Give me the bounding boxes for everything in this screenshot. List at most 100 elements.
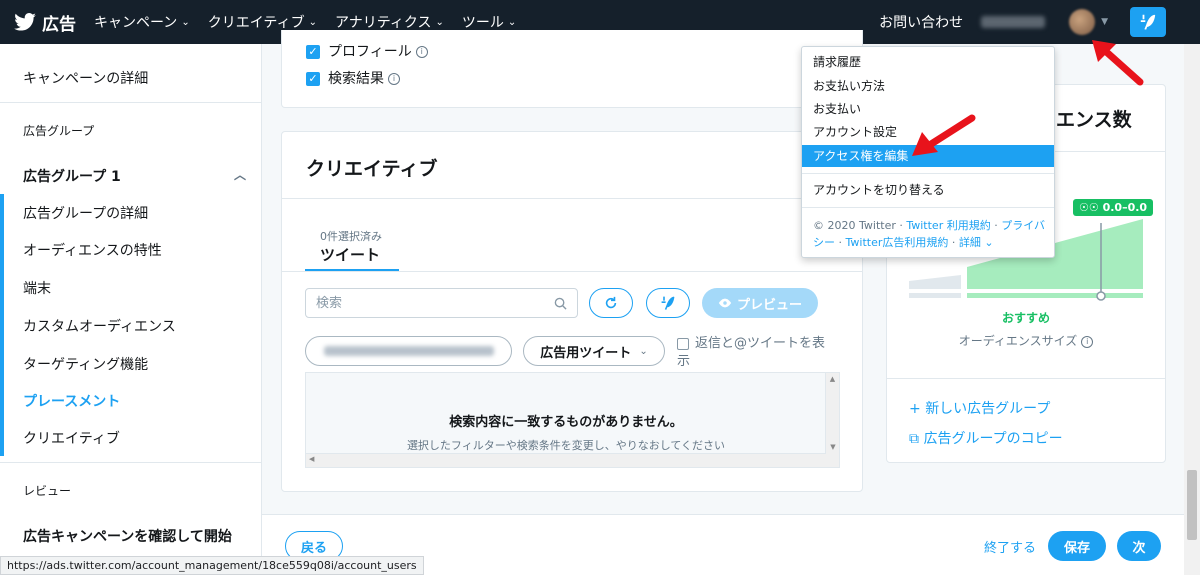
new-ad-group-link[interactable]: + 新しい広告グループ xyxy=(909,398,1050,418)
page-scrollbar-thumb[interactable] xyxy=(1187,470,1197,540)
account-handle-blurred xyxy=(323,346,494,356)
checkbox-checked-icon[interactable]: ✓ xyxy=(306,72,320,86)
ad-group-1-label: 広告グループ 1 xyxy=(23,169,121,185)
copyright-text: © 2020 Twitter · xyxy=(813,219,907,232)
nav-tools[interactable]: ツール ⌄ xyxy=(462,12,516,32)
creative-panel-title: クリエイティブ xyxy=(306,158,438,180)
preview-button[interactable]: プレビュー xyxy=(702,288,818,318)
twitter-ads-logo[interactable]: 広告 xyxy=(14,10,76,35)
sidebar-divider xyxy=(0,102,261,103)
chevron-down-icon: ⌄ xyxy=(308,16,317,28)
new-ad-group-label: 新しい広告グループ xyxy=(925,401,1051,417)
graph-left-segment xyxy=(909,275,961,289)
scroll-down-arrow-icon[interactable]: ▼ xyxy=(826,443,840,451)
chevron-down-icon: ⌄ xyxy=(639,345,648,357)
info-icon[interactable]: i xyxy=(388,73,400,85)
show-replies-label: 返信と@ツイートを表示 xyxy=(677,336,826,369)
copy-icon: ⧉ xyxy=(909,431,919,447)
sidebar-section-review: レビュー xyxy=(23,484,72,498)
sidebar-item-devices[interactable]: 端末 xyxy=(0,278,261,298)
feather-compose-icon xyxy=(1140,14,1156,30)
status-bar-url: https://ads.twitter.com/account_manageme… xyxy=(0,556,424,575)
compose-tweet-button[interactable] xyxy=(1130,7,1166,37)
search-icon xyxy=(554,297,567,310)
search-input[interactable] xyxy=(306,289,526,317)
account-name-blurred[interactable] xyxy=(981,16,1046,28)
people-icon: ☉☉ xyxy=(1079,201,1099,214)
menu-footer: © 2020 Twitter · Twitter 利用規約 · プライバシー ·… xyxy=(813,217,1049,251)
sidebar-item-campaign-details[interactable]: キャンペーンの詳細 xyxy=(0,68,261,88)
audience-range-value: 0.0–0.0 xyxy=(1102,201,1148,214)
nav-analytics[interactable]: アナリティクス ⌄ xyxy=(335,12,444,32)
plus-icon: + xyxy=(909,401,921,417)
placement-search-label: 検索結果 xyxy=(328,71,384,87)
show-replies-option[interactable]: 返信と@ツイートを表示 xyxy=(677,335,837,371)
more-link[interactable]: 詳細 xyxy=(959,236,981,249)
next-button[interactable]: 次 xyxy=(1117,531,1161,561)
chevron-down-icon[interactable]: ⌄ xyxy=(981,236,993,249)
new-tweet-button[interactable] xyxy=(646,288,690,318)
ads-terms-link[interactable]: Twitter広告利用規約 xyxy=(846,236,949,249)
info-icon[interactable]: i xyxy=(1081,335,1094,348)
placement-search-option[interactable]: ✓ 検索結果 i xyxy=(306,68,400,88)
avatar[interactable] xyxy=(1069,9,1096,35)
save-button[interactable]: 保存 xyxy=(1048,531,1106,561)
menu-divider xyxy=(802,207,1054,208)
scroll-up-arrow-icon[interactable]: ▲ xyxy=(826,375,839,383)
placement-profile-option[interactable]: ✓ プロフィール i xyxy=(306,41,428,61)
menu-item-billing-history[interactable]: 請求履歴 xyxy=(802,51,1054,73)
creative-panel: クリエイティブ 0件選択済み ツイート プレビュー 広告用ツイート ⌄ 返信と@… xyxy=(281,131,863,492)
page-scrollbar[interactable] xyxy=(1184,44,1200,575)
footer-separator: · xyxy=(990,219,1002,232)
graph-recommended-bar xyxy=(967,293,1143,298)
menu-item-payment-methods[interactable]: お支払い方法 xyxy=(802,75,1054,97)
checkbox-checked-icon[interactable]: ✓ xyxy=(306,45,320,59)
red-arrow-annotation-avatar xyxy=(1092,40,1144,86)
graph-left-bar xyxy=(909,293,961,298)
refresh-icon xyxy=(605,296,617,309)
checkbox-unchecked-icon[interactable] xyxy=(677,337,689,350)
tweet-results-area: 検索内容に一致するものがありません。 選択したフィルターや検索条件を変更し、やり… xyxy=(305,372,840,468)
sidebar-item-creatives[interactable]: クリエイティブ xyxy=(0,428,261,448)
divider xyxy=(282,198,862,199)
results-vertical-scrollbar[interactable]: ▲ ▼ xyxy=(825,373,839,467)
refresh-button[interactable] xyxy=(589,288,633,318)
sidebar-item-ad-group-1[interactable]: 広告グループ 1 ︿ xyxy=(0,166,261,186)
eye-icon xyxy=(718,298,732,308)
info-icon[interactable]: i xyxy=(415,46,428,58)
nav-creatives[interactable]: クリエイティブ ⌄ xyxy=(208,12,317,32)
scroll-left-arrow-icon[interactable]: ◀ xyxy=(309,455,314,463)
tab-tweets[interactable]: ツイート xyxy=(320,244,380,265)
finish-link[interactable]: 終了する xyxy=(984,537,1036,556)
menu-item-switch-account[interactable]: アカウントを切り替える xyxy=(802,179,1054,201)
terms-link[interactable]: Twitter 利用規約 xyxy=(906,219,990,232)
sidebar-item-placements[interactable]: プレースメント xyxy=(0,391,261,411)
results-horizontal-scrollbar[interactable]: ◀ xyxy=(306,453,826,467)
copy-ad-group-link[interactable]: ⧉ 広告グループのコピー xyxy=(909,428,1063,448)
sidebar-item-demographics[interactable]: オーディエンスの特性 xyxy=(0,240,261,260)
sidebar-item-ad-group-details[interactable]: 広告グループの詳細 xyxy=(0,203,261,223)
audience-size-label: オーディエンスサイズ xyxy=(958,334,1078,348)
twitter-bird-icon xyxy=(14,13,36,31)
sidebar-item-targeting[interactable]: ターゲティング機能 xyxy=(0,354,261,374)
contact-link[interactable]: お問い合わせ xyxy=(879,12,963,32)
chevron-down-icon[interactable]: ▼ xyxy=(1101,17,1108,27)
copy-ad-group-label: 広告グループのコピー xyxy=(923,431,1063,447)
chevron-down-icon: ⌄ xyxy=(181,16,190,28)
chevron-down-icon: ⌄ xyxy=(435,16,444,28)
sidebar-item-custom-audiences[interactable]: カスタムオーディエンス xyxy=(0,316,261,336)
sidebar-divider xyxy=(0,462,261,463)
nav-campaigns-label: キャンペーン xyxy=(94,15,178,31)
campaign-sidebar: キャンペーンの詳細 広告グループ 広告グループ 1 ︿ 広告グループの詳細 オー… xyxy=(0,44,262,575)
tweet-search-box[interactable] xyxy=(305,288,578,318)
footer-separator: · xyxy=(835,236,846,249)
divider xyxy=(887,378,1165,379)
selected-count: 0件選択済み xyxy=(320,230,382,243)
sidebar-item-review-launch[interactable]: 広告キャンペーンを確認して開始 xyxy=(0,526,261,546)
tweet-type-dropdown[interactable]: 広告用ツイート ⌄ xyxy=(523,336,665,366)
audience-range-badge: ☉☉ 0.0–0.0 xyxy=(1073,199,1154,216)
nav-campaigns[interactable]: キャンペーン ⌄ xyxy=(94,12,190,32)
chevron-up-icon[interactable]: ︿ xyxy=(234,166,246,183)
account-filter-pill[interactable] xyxy=(305,336,512,366)
red-arrow-annotation-edit-access xyxy=(912,114,976,156)
